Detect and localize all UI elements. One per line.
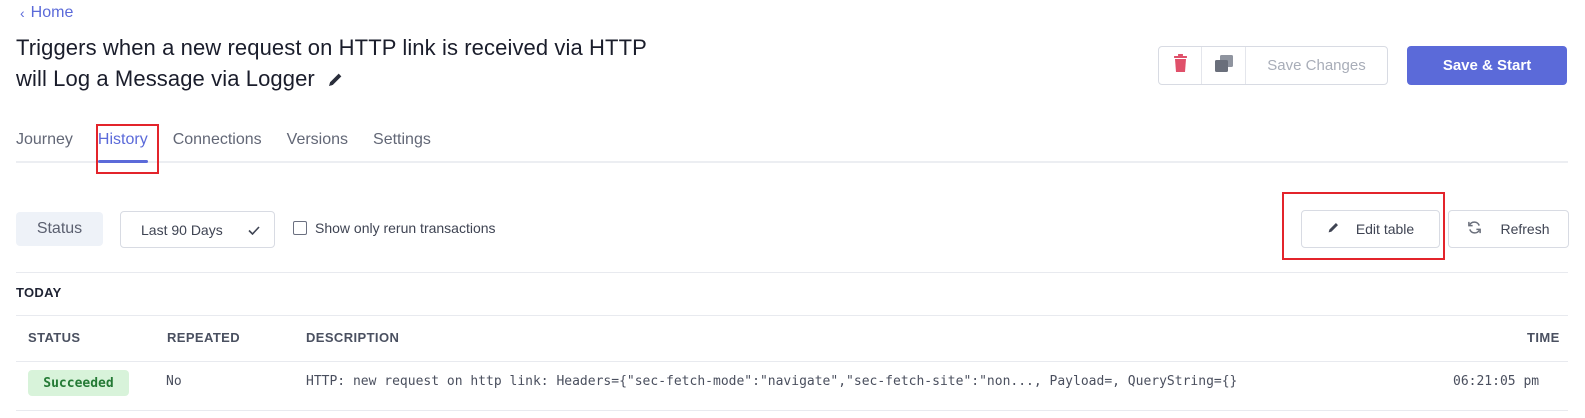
- page-title: Triggers when a new request on HTTP link…: [16, 32, 676, 96]
- column-header-status[interactable]: STATUS: [28, 330, 80, 345]
- divider: [16, 272, 1568, 273]
- pencil-icon[interactable]: [327, 65, 344, 96]
- divider: [16, 410, 1568, 411]
- repeated-cell: No: [166, 374, 182, 389]
- edit-table-highlight-box: [1282, 192, 1445, 260]
- workflow-toolbar: Save Changes: [1158, 46, 1388, 85]
- copy-icon: [1214, 54, 1233, 77]
- save-changes-button[interactable]: Save Changes: [1246, 47, 1387, 84]
- date-group-label: TODAY: [16, 285, 62, 300]
- column-header-time[interactable]: TIME: [1527, 330, 1560, 345]
- refresh-label: Refresh: [1500, 221, 1550, 237]
- refresh-button[interactable]: Refresh: [1448, 210, 1569, 248]
- tab-connections[interactable]: Connections: [173, 128, 262, 161]
- tab-settings[interactable]: Settings: [373, 128, 431, 161]
- rerun-filter-checkbox[interactable]: Show only rerun transactions: [293, 220, 496, 236]
- checkbox-box[interactable]: [293, 221, 307, 235]
- status-filter-button[interactable]: Status: [16, 212, 103, 246]
- back-home-link[interactable]: ‹ Home: [20, 4, 73, 22]
- save-and-start-button[interactable]: Save & Start: [1407, 46, 1567, 85]
- description-cell: HTTP: new request on http link: Headers=…: [306, 374, 1238, 389]
- check-icon: [248, 222, 260, 238]
- status-badge: Succeeded: [28, 370, 129, 396]
- tab-journey[interactable]: Journey: [16, 128, 73, 161]
- column-header-repeated[interactable]: REPEATED: [167, 330, 240, 345]
- date-range-dropdown[interactable]: Last 90 Days: [120, 211, 275, 248]
- divider: [16, 315, 1568, 316]
- trash-icon: [1173, 54, 1188, 77]
- delete-button[interactable]: [1159, 47, 1202, 84]
- history-tab-highlight-box: [96, 124, 159, 174]
- tab-bar: Journey History Connections Versions Set…: [16, 128, 1568, 163]
- chevron-left-icon: ‹: [20, 5, 25, 21]
- table-row[interactable]: Succeeded No HTTP: new request on http l…: [16, 362, 1568, 412]
- refresh-icon: [1467, 220, 1482, 238]
- date-range-value: Last 90 Days: [141, 221, 223, 238]
- time-cell: 06:21:05 pm: [1453, 374, 1540, 389]
- duplicate-button[interactable]: [1202, 47, 1246, 84]
- tab-versions[interactable]: Versions: [287, 128, 348, 161]
- rerun-filter-label: Show only rerun transactions: [315, 220, 496, 236]
- column-header-description[interactable]: DESCRIPTION: [306, 330, 399, 345]
- back-home-label: Home: [30, 4, 74, 21]
